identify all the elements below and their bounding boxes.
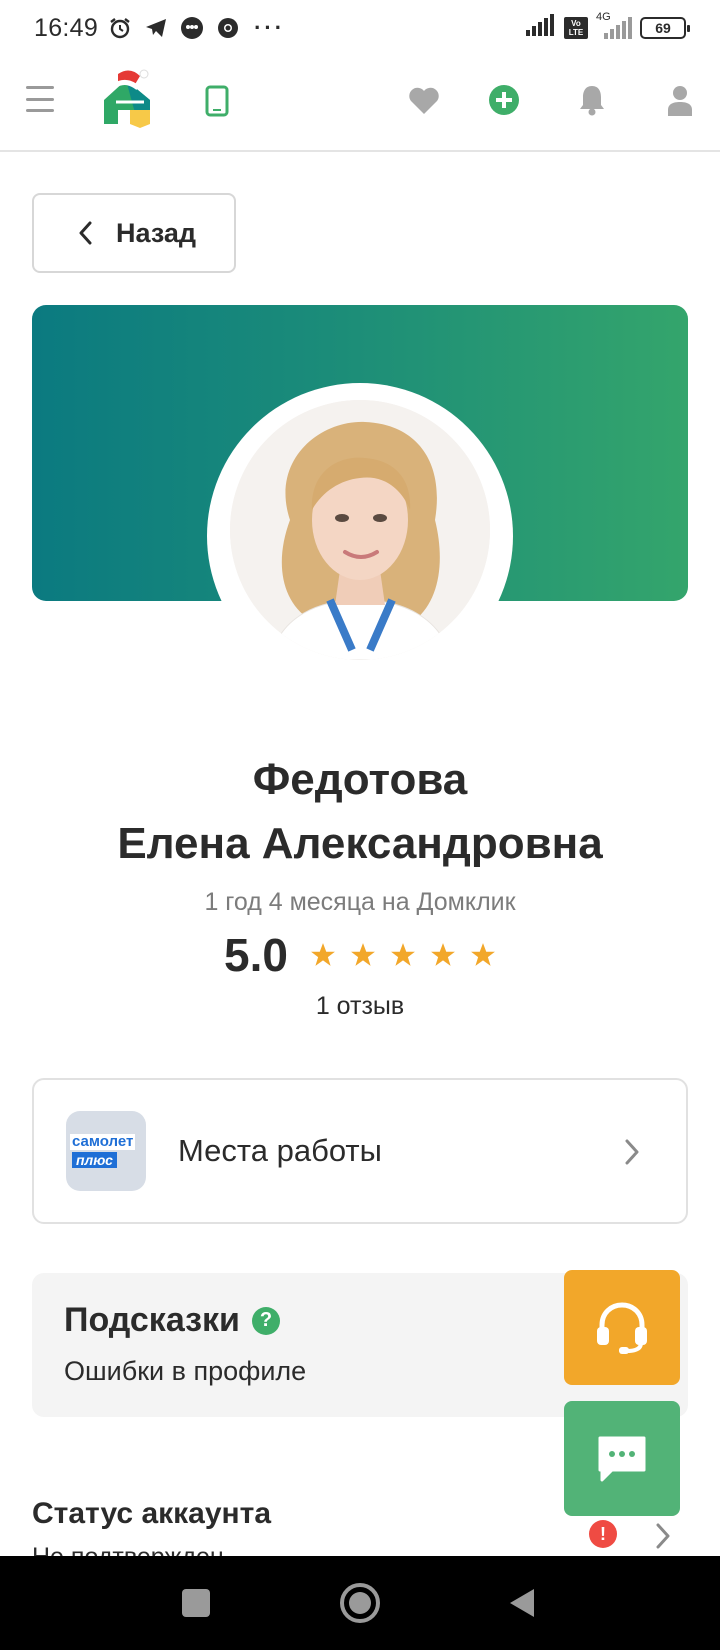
star-icon [351, 943, 375, 966]
battery-level: 69 [655, 20, 671, 36]
battery-indicator: 69 [640, 17, 690, 39]
status-time: 16:49 [34, 13, 99, 42]
home-icon[interactable] [340, 1583, 380, 1623]
help-icon[interactable]: ? [251, 1306, 280, 1335]
add-icon[interactable] [489, 85, 519, 115]
star-icon [391, 943, 415, 966]
status-system-icons: Vo LTE 4G 69 [526, 11, 690, 43]
domclick-logo[interactable] [100, 66, 158, 132]
back-button-label: Назад [116, 217, 197, 248]
chat-bubble-icon [180, 16, 204, 40]
star-icon [431, 943, 455, 966]
reviews-link[interactable]: 1 отзыв [0, 992, 720, 1021]
screen: 16:49 ··· Vo LTE 4G 69 Назад Федотова Ел… [0, 0, 720, 1650]
signal-4g-icon: 4G [596, 11, 632, 39]
workplaces-label: Места работы [178, 1133, 382, 1168]
workplaces-card[interactable]: самолет плюс Места работы [32, 1078, 688, 1224]
phone-icon[interactable] [205, 85, 229, 117]
profile-name: Федотова Елена Александровна [0, 748, 720, 876]
telegram-icon [144, 16, 168, 40]
rating-value: 5.0 [224, 929, 288, 981]
recents-icon[interactable] [182, 1589, 210, 1617]
bell-icon[interactable] [578, 84, 606, 116]
alert-icon: ! [589, 1520, 617, 1548]
volte-line2: LTE [568, 28, 584, 37]
alarm-icon [108, 16, 132, 40]
volte-icon: Vo LTE [564, 17, 588, 39]
chrome-icon [216, 16, 240, 40]
chat-icon [598, 1436, 646, 1481]
profile-last-name: Федотова [252, 755, 468, 804]
volte-line1: Vo [571, 19, 581, 28]
status-notification-icons [108, 16, 240, 40]
signal-icon [526, 13, 556, 43]
star-icon [311, 943, 335, 966]
more-notifications-icon: ··· [254, 15, 286, 40]
back-icon[interactable] [508, 1587, 536, 1619]
user-icon[interactable] [666, 84, 694, 116]
account-status-value: Не подтвержден [32, 1540, 224, 1556]
rating-stars [310, 942, 496, 968]
app-header [0, 56, 720, 152]
company-logo-line2: плюс [72, 1152, 117, 1168]
headset-icon [597, 1301, 647, 1354]
profile-tenure: 1 год 4 месяца на Домклик [204, 888, 516, 916]
chevron-left-icon [78, 221, 92, 245]
chat-button[interactable] [564, 1401, 680, 1516]
support-button[interactable] [564, 1270, 680, 1385]
avatar [230, 400, 490, 660]
back-button[interactable]: Назад [32, 193, 236, 273]
heart-icon[interactable] [408, 86, 440, 116]
system-nav-bar [0, 1556, 720, 1650]
profile-first-name: Елена Александровна [117, 819, 603, 868]
chevron-right-icon [624, 1138, 640, 1166]
company-logo-line1: самолет [70, 1133, 136, 1150]
menu-icon[interactable] [26, 86, 54, 112]
star-icon [471, 943, 495, 966]
chevron-right-icon[interactable] [655, 1522, 671, 1550]
account-status-title: Статус аккаунта [32, 1497, 272, 1530]
rating-row: 5.0 [0, 928, 720, 982]
company-logo: самолет плюс [66, 1111, 146, 1191]
hints-title: Подсказки [64, 1301, 240, 1339]
status-bar: 16:49 ··· Vo LTE 4G 69 [0, 0, 720, 56]
